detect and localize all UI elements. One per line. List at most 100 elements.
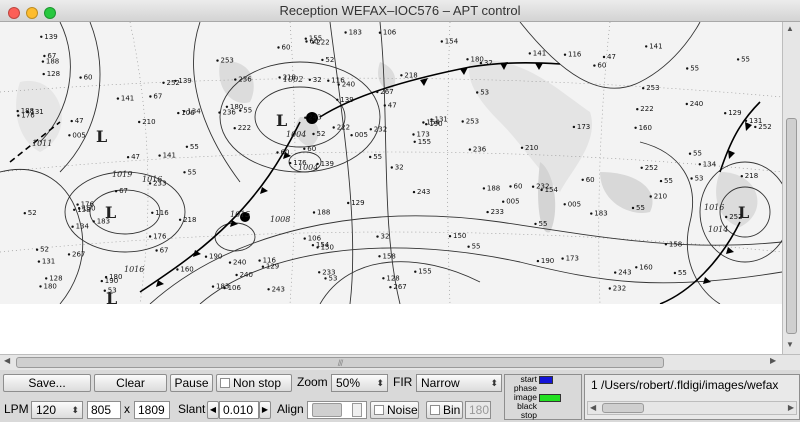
received-file-list[interactable]: 1 /Users/robert/.fldigi/images/wefax ◀ ▶ xyxy=(584,374,800,420)
station-dot xyxy=(635,266,638,269)
station-value: 55 xyxy=(693,150,702,158)
station-dot xyxy=(126,156,130,159)
bin-toggle[interactable]: Bin xyxy=(426,401,463,419)
horizontal-scrollbar[interactable]: ◀ /// ▶ xyxy=(0,354,800,370)
station-dot xyxy=(303,147,306,150)
station-dot xyxy=(277,46,280,49)
station-dot xyxy=(35,248,39,251)
phase-start-bar xyxy=(539,376,553,384)
station-value: 55 xyxy=(678,269,687,277)
svg-text:1016: 1016 xyxy=(124,265,144,274)
station-value: 141 xyxy=(649,42,662,50)
updown-icon: ⬍ xyxy=(71,405,79,415)
station-dot xyxy=(92,220,95,223)
image-height-field[interactable]: 1809 xyxy=(134,401,170,419)
slant-decrease-icon[interactable]: ◀ xyxy=(207,401,219,419)
station-dot xyxy=(43,54,46,58)
station-value: 236 xyxy=(473,146,487,154)
station-value: 218 xyxy=(404,71,417,79)
scroll-left-icon[interactable]: ◀ xyxy=(4,356,10,365)
vertical-scrollbar[interactable]: ▲ ▼ xyxy=(782,22,800,354)
station-dot xyxy=(440,40,443,43)
station-value: 236 xyxy=(238,76,252,84)
vertical-scroll-thumb[interactable] xyxy=(786,118,797,334)
save-button[interactable]: Save... xyxy=(3,374,91,392)
station-dot xyxy=(276,151,279,154)
align-slider[interactable] xyxy=(307,401,367,419)
station-dot xyxy=(312,211,316,214)
station-dot xyxy=(350,134,353,137)
noise-toggle[interactable]: Noise xyxy=(370,401,419,419)
zoom-select[interactable]: 50% ⬍ xyxy=(331,374,388,392)
station-value: 67 xyxy=(47,52,56,60)
file-list-scrollbar[interactable]: ◀ ▶ xyxy=(587,401,797,415)
station-dot xyxy=(211,285,215,288)
slant-value-field[interactable]: 0.010 xyxy=(219,401,259,419)
station-value: 60 xyxy=(307,145,316,153)
station-value: 188 xyxy=(487,184,500,192)
horizontal-scroll-thumb[interactable]: /// xyxy=(16,357,664,368)
align-slider-handle[interactable] xyxy=(312,403,342,417)
phase-indicator: start phase image black stop xyxy=(504,374,582,420)
station-value: 60 xyxy=(282,44,291,52)
window-titlebar: Reception WEFAX–IOC576 – APT control xyxy=(0,0,800,22)
station-dot xyxy=(41,60,45,63)
station-dot xyxy=(42,72,45,76)
station-value: 141 xyxy=(163,152,176,160)
station-dot xyxy=(479,61,483,65)
lpm-select[interactable]: 120 ⬍ xyxy=(31,401,83,419)
station-value: 53 xyxy=(108,287,117,295)
phase-image-bar xyxy=(539,394,561,402)
scroll-right-icon[interactable]: ▶ xyxy=(770,356,776,365)
station-dot xyxy=(725,215,728,219)
scroll-down-icon[interactable]: ▼ xyxy=(786,340,794,349)
station-value: 180 xyxy=(44,282,57,290)
station-value: 55 xyxy=(539,220,548,228)
svg-text:1019: 1019 xyxy=(112,170,132,179)
station-value: 253 xyxy=(646,84,659,92)
station-dot xyxy=(724,112,727,115)
image-viewport[interactable]: L L L L L 1002 1004 1004 1008 1015 1016 … xyxy=(0,22,782,354)
station-value: 173 xyxy=(566,255,579,263)
station-value: 176 xyxy=(293,159,307,167)
station-dot xyxy=(327,79,330,82)
station-value: 232 xyxy=(374,125,387,133)
pause-button[interactable]: Pause xyxy=(170,374,213,392)
slant-increase-icon[interactable]: ▶ xyxy=(259,401,271,419)
station-dot xyxy=(223,286,226,290)
station-dot xyxy=(736,58,740,61)
close-icon[interactable] xyxy=(8,7,20,19)
station-dot xyxy=(686,67,689,70)
station-dot xyxy=(382,277,385,280)
station-value: 253 xyxy=(221,57,234,65)
isobars xyxy=(0,22,782,304)
clear-button[interactable]: Clear xyxy=(94,374,167,392)
received-file-path[interactable]: 1 /Users/robert/.fldigi/images/wefax xyxy=(591,378,778,392)
zoom-icon[interactable] xyxy=(44,7,56,19)
file-list-scroll-thumb[interactable] xyxy=(602,403,644,413)
station-value: 55 xyxy=(373,153,382,161)
station-dot xyxy=(754,125,757,129)
station-value: 60 xyxy=(84,74,93,82)
scroll-left-icon[interactable]: ◀ xyxy=(590,403,596,412)
station-value: 005 xyxy=(72,131,85,139)
bin-threshold-field[interactable]: 180 xyxy=(465,401,491,419)
nonstop-toggle[interactable]: Non stop xyxy=(216,374,292,392)
minimize-icon[interactable] xyxy=(26,7,38,19)
station-dot xyxy=(321,58,324,62)
station-dot xyxy=(305,40,308,43)
station-value: 141 xyxy=(121,95,134,103)
station-value: 240 xyxy=(240,271,253,279)
station-dot xyxy=(636,108,639,111)
station-dot xyxy=(39,285,42,288)
scroll-up-icon[interactable]: ▲ xyxy=(786,24,794,33)
scroll-right-icon[interactable]: ▶ xyxy=(788,403,794,412)
station-dot xyxy=(528,52,531,55)
station-dot xyxy=(228,261,232,264)
station-value: 55 xyxy=(636,204,645,212)
fir-select[interactable]: Narrow ⬍ xyxy=(416,374,502,392)
image-width-field[interactable]: 805 xyxy=(87,401,121,419)
station-dot xyxy=(45,277,48,280)
station-value: 129 xyxy=(728,109,741,117)
lpm-value: 120 xyxy=(36,403,57,417)
